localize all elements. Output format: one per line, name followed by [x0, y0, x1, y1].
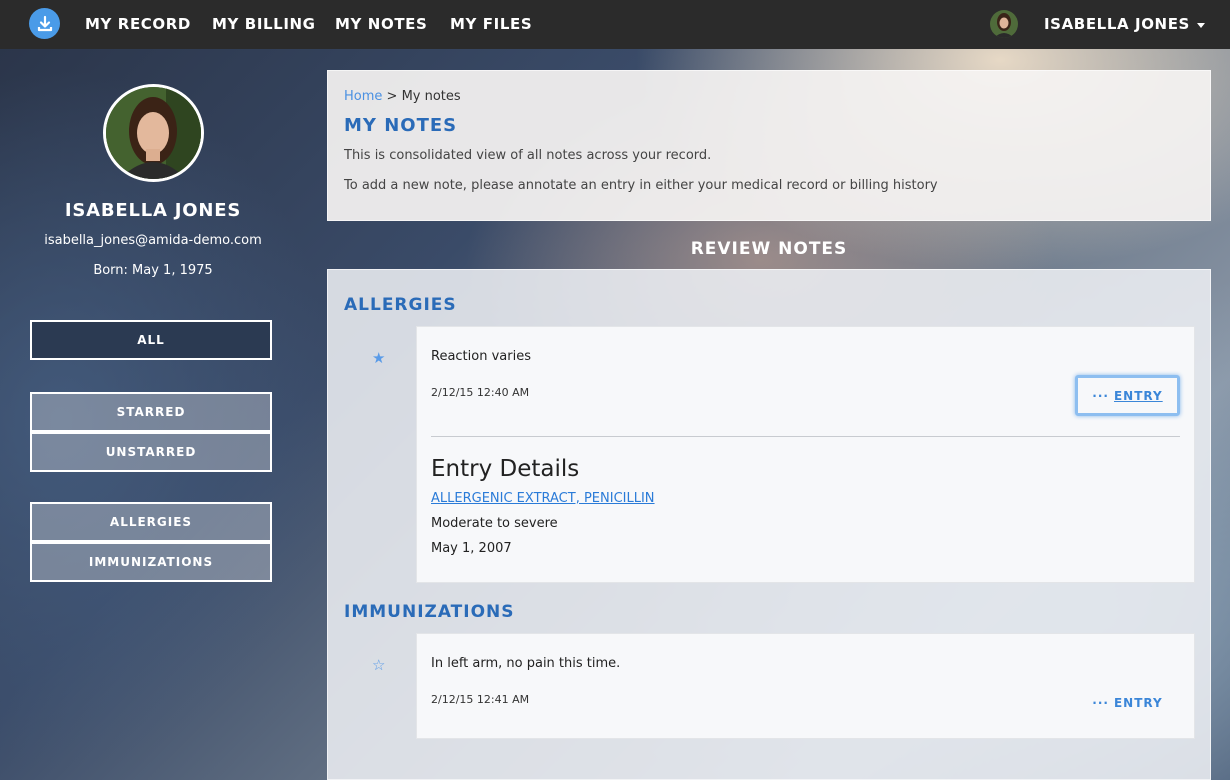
entry-button-label: ENTRY	[1113, 695, 1163, 710]
filter-immunizations-button[interactable]: IMMUNIZATIONS	[30, 542, 272, 582]
review-notes-heading: REVIEW NOTES	[690, 239, 848, 259]
entry-button-label: ENTRY	[1113, 388, 1163, 403]
star-filled-icon[interactable]: ★	[372, 349, 385, 367]
nav-my-billing[interactable]: MY BILLING	[212, 15, 316, 33]
filter-allergies-button[interactable]: ALLERGIES	[30, 502, 272, 542]
entry-details-title: Entry Details	[431, 456, 580, 482]
entry-details-severity: Moderate to severe	[431, 516, 558, 531]
nav-my-record[interactable]: MY RECORD	[85, 15, 191, 33]
user-menu[interactable]: ISABELLA JONES	[1044, 15, 1205, 33]
divider	[431, 436, 1180, 437]
top-navbar: MY RECORD MY BILLING MY NOTES MY FILES I…	[0, 0, 1230, 49]
breadcrumb-current: My notes	[401, 89, 461, 104]
notes-panel: ALLERGIES ★ Reaction varies 2/12/15 12:4…	[327, 269, 1211, 780]
page-header-card: Home > My notes MY NOTES This is consoli…	[327, 70, 1211, 221]
user-menu-label: ISABELLA JONES	[1044, 15, 1190, 33]
page-instructions: To add a new note, please annotate an en…	[344, 178, 938, 193]
breadcrumb-home-link[interactable]: Home	[344, 89, 382, 104]
download-icon[interactable]	[29, 8, 60, 39]
page-description: This is consolidated view of all notes a…	[344, 148, 712, 163]
filter-starred-button[interactable]: STARRED	[30, 392, 272, 432]
star-outline-icon[interactable]: ☆	[372, 656, 385, 674]
ellipsis-icon: ···	[1092, 695, 1109, 710]
nav-my-files[interactable]: MY FILES	[450, 15, 532, 33]
profile-photo	[103, 84, 204, 182]
note-card: In left arm, no pain this time. 2/12/15 …	[416, 633, 1195, 739]
chevron-down-icon	[1196, 22, 1205, 28]
entry-button[interactable]: ··· ENTRY	[1075, 682, 1180, 723]
filter-all-button[interactable]: ALL	[30, 320, 272, 360]
page-title: MY NOTES	[344, 115, 458, 136]
profile-name: ISABELLA JONES	[64, 200, 242, 221]
entry-details-link[interactable]: ALLERGENIC EXTRACT, PENICILLIN	[431, 491, 655, 506]
ellipsis-icon: ···	[1092, 388, 1109, 403]
note-date: 2/12/15 12:41 AM	[431, 693, 530, 706]
entry-details-date: May 1, 2007	[431, 541, 512, 556]
avatar[interactable]	[990, 10, 1018, 38]
note-text: In left arm, no pain this time.	[431, 656, 621, 671]
profile-email: isabella_jones@amida-demo.com	[44, 233, 262, 248]
section-title-immunizations: IMMUNIZATIONS	[344, 602, 515, 622]
filter-unstarred-button[interactable]: UNSTARRED	[30, 432, 272, 472]
breadcrumb-separator: >	[382, 89, 402, 104]
note-date: 2/12/15 12:40 AM	[431, 386, 530, 399]
entry-button[interactable]: ··· ENTRY	[1075, 375, 1180, 416]
note-card: Reaction varies 2/12/15 12:40 AM ··· ENT…	[416, 326, 1195, 583]
profile-born: Born: May 1, 1975	[93, 263, 213, 278]
note-text: Reaction varies	[431, 349, 531, 364]
nav-my-notes[interactable]: MY NOTES	[335, 15, 427, 33]
section-title-allergies: ALLERGIES	[344, 295, 457, 315]
breadcrumb: Home > My notes	[344, 89, 461, 104]
